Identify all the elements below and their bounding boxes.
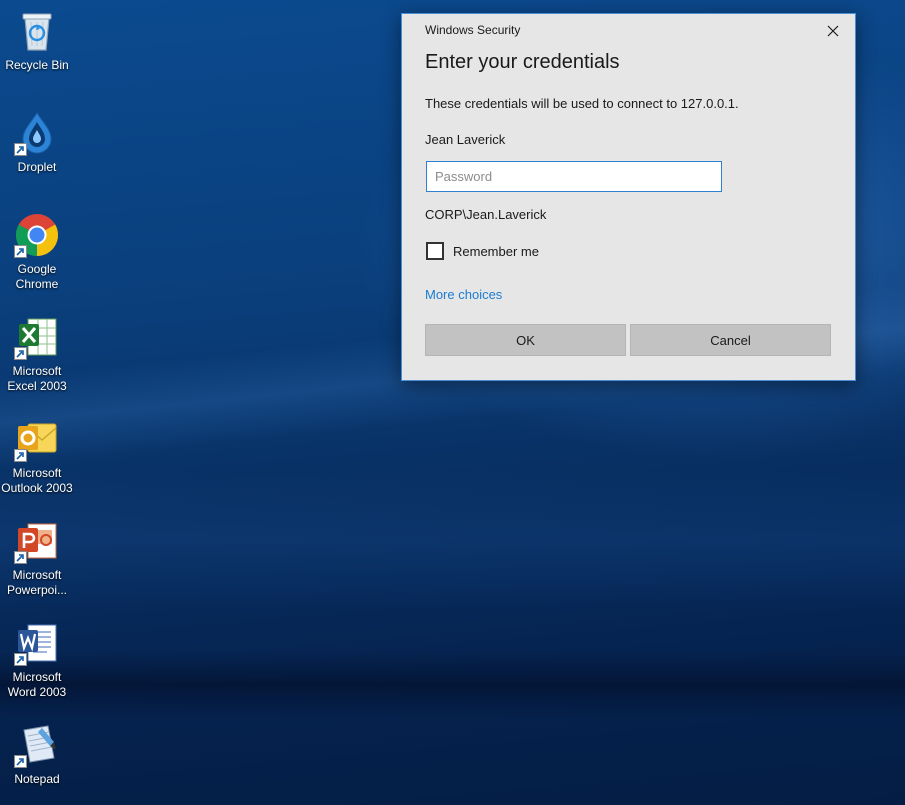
chrome-icon [14,212,60,258]
desktop-icons: Recycle Bin Droplet Google Chrome Micros… [0,0,80,805]
desktop-icon-google-chrome[interactable]: Google Chrome [0,212,74,292]
desktop-icon-label: Microsoft Powerpoi... [6,568,68,597]
remember-me-checkbox[interactable]: Remember me [426,241,539,261]
desktop-icon-label: Notepad [14,772,60,786]
shortcut-arrow-icon [14,347,27,360]
desktop-icon-word[interactable]: Microsoft Word 2003 [0,620,74,700]
remember-me-label[interactable]: Remember me [453,244,539,259]
dialog-description: These credentials will be used to connec… [425,96,739,111]
username-label: Jean Laverick [425,132,506,147]
windows-security-dialog: Windows Security Enter your credentials … [401,13,856,381]
desktop-icon-excel[interactable]: Microsoft Excel 2003 [0,314,74,394]
shortcut-arrow-icon [14,653,27,666]
dialog-heading: Enter your credentials [425,51,620,73]
desktop-icon-label: Google Chrome [15,262,59,291]
desktop-icon-label: Microsoft Excel 2003 [7,364,67,393]
shortcut-arrow-icon [14,449,27,462]
shortcut-arrow-icon [14,755,27,768]
word-icon [14,620,60,666]
dialog-titlebar[interactable]: Windows Security [402,14,855,46]
desktop-icon-label: Microsoft Word 2003 [7,670,67,699]
desktop-icon-label: Microsoft Outlook 2003 [1,466,73,495]
desktop-icon-label: Droplet [17,160,57,174]
excel-icon [14,314,60,360]
desktop-icon-recycle-bin[interactable]: Recycle Bin [0,8,74,73]
more-choices-link[interactable]: More choices [425,287,502,302]
close-icon [827,25,839,37]
wallpaper-light-band [0,470,905,610]
notepad-icon [14,722,60,768]
ok-button[interactable]: OK [425,324,626,356]
desktop-icon-label: Recycle Bin [5,58,69,72]
wallpaper-dark-band [0,650,905,720]
recycle-bin-icon [14,8,60,54]
password-input[interactable] [426,161,722,192]
desktop-icon-droplet[interactable]: Droplet [0,110,74,175]
domain-username-label: CORP\Jean.Laverick [425,207,547,222]
shortcut-arrow-icon [14,143,27,156]
cancel-button[interactable]: Cancel [630,324,831,356]
powerpoint-icon [14,518,60,564]
desktop-icon-notepad[interactable]: Notepad [0,722,74,787]
window-title: Windows Security [425,23,521,37]
outlook-icon [14,416,60,462]
shortcut-arrow-icon [14,551,27,564]
droplet-icon [14,110,60,156]
shortcut-arrow-icon [14,245,27,258]
close-button[interactable] [817,18,849,44]
checkbox-box[interactable] [426,242,444,260]
desktop-icon-outlook[interactable]: Microsoft Outlook 2003 [0,416,74,496]
desktop-icon-powerpoint[interactable]: Microsoft Powerpoi... [0,518,74,598]
